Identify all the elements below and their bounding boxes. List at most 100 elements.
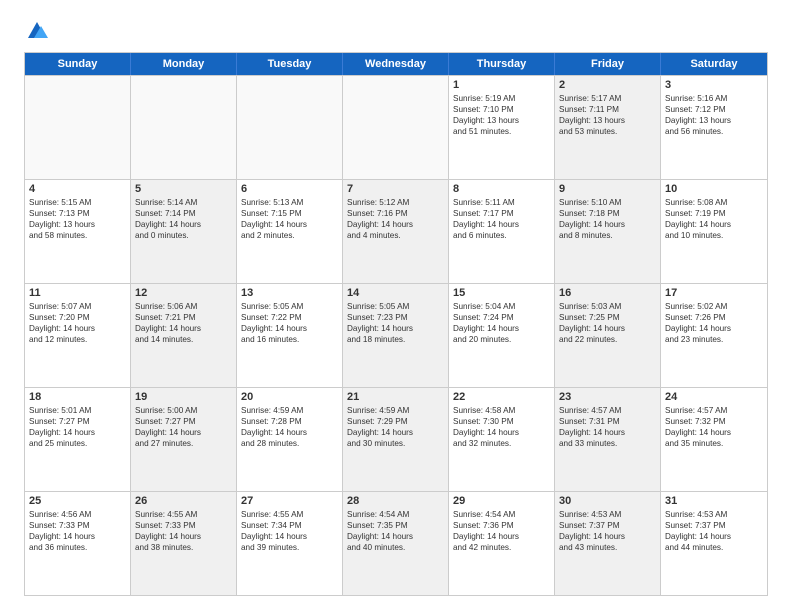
day-cell-23: 23Sunrise: 4:57 AMSunset: 7:31 PMDayligh…	[555, 388, 661, 491]
cell-info-line: Sunrise: 4:54 AM	[453, 509, 550, 520]
day-cell-17: 17Sunrise: 5:02 AMSunset: 7:26 PMDayligh…	[661, 284, 767, 387]
day-cell-8: 8Sunrise: 5:11 AMSunset: 7:17 PMDaylight…	[449, 180, 555, 283]
cell-info-line: Sunset: 7:37 PM	[665, 520, 763, 531]
day-cell-21: 21Sunrise: 4:59 AMSunset: 7:29 PMDayligh…	[343, 388, 449, 491]
cell-info-line: Sunrise: 5:08 AM	[665, 197, 763, 208]
day-number: 20	[241, 391, 338, 403]
cell-info-line: Sunrise: 5:01 AM	[29, 405, 126, 416]
cell-info-line: and 51 minutes.	[453, 126, 550, 137]
cell-info-line: Daylight: 14 hours	[347, 219, 444, 230]
cell-info-line: and 22 minutes.	[559, 334, 656, 345]
day-cell-10: 10 Sunrise: 5:08 AMSunset: 7:19 PMDayligh…	[661, 180, 767, 283]
empty-cell	[25, 76, 131, 179]
day-number: 21	[347, 391, 444, 403]
cell-info-line: Daylight: 14 hours	[29, 427, 126, 438]
cell-info-line: and 27 minutes.	[135, 438, 232, 449]
cell-info-line: Daylight: 13 hours	[453, 115, 550, 126]
cal-row-2: 11Sunrise: 5:07 AMSunset: 7:20 PMDayligh…	[25, 283, 767, 387]
cell-info-line: Sunrise: 5:19 AM	[453, 93, 550, 104]
calendar: SundayMondayTuesdayWednesdayThursdayFrid…	[24, 52, 768, 596]
cell-info-line: Daylight: 14 hours	[241, 427, 338, 438]
day-cell-4: 4Sunrise: 5:15 AMSunset: 7:13 PMDaylight…	[25, 180, 131, 283]
cell-info-line: Sunset: 7:14 PM	[135, 208, 232, 219]
day-number: 28	[347, 495, 444, 507]
cell-info-line: and 10 minutes.	[665, 230, 763, 241]
cell-info-line: Sunset: 7:33 PM	[135, 520, 232, 531]
cell-info-line: Daylight: 14 hours	[347, 531, 444, 542]
day-number: 13	[241, 287, 338, 299]
day-cell-26: 26Sunrise: 4:55 AMSunset: 7:33 PMDayligh…	[131, 492, 237, 595]
cell-info-line: Sunset: 7:16 PM	[347, 208, 444, 219]
day-number: 25	[29, 495, 126, 507]
day-cell-14: 14Sunrise: 5:05 AMSunset: 7:23 PMDayligh…	[343, 284, 449, 387]
cell-info-line: and 14 minutes.	[135, 334, 232, 345]
cell-info-line: and 56 minutes.	[665, 126, 763, 137]
cell-info-line: Sunset: 7:31 PM	[559, 416, 656, 427]
day-number: 17	[665, 287, 763, 299]
cell-info-line: Sunrise: 5:06 AM	[135, 301, 232, 312]
cal-row-4: 25 Sunrise: 4:56 AM Sunset: 7:33 PM Dayligh…	[25, 491, 767, 595]
cell-info-line: Daylight: 14 hours	[135, 219, 232, 230]
cell-info-line: Daylight: 14 hours	[241, 219, 338, 230]
cell-info-line: Sunrise: 5:16 AM	[665, 93, 763, 104]
cell-info-line: Sunset: 7:24 PM	[453, 312, 550, 323]
cell-info-line: and 6 minutes.	[453, 230, 550, 241]
cell-info-line: and 4 minutes.	[347, 230, 444, 241]
cell-info-line: and 16 minutes.	[241, 334, 338, 345]
cell-info-line: Daylight: 14 hours	[29, 531, 126, 542]
day-cell-18: 18Sunrise: 5:01 AMSunset: 7:27 PMDayligh…	[25, 388, 131, 491]
cell-info-line: Sunrise: 5:10 AM	[559, 197, 656, 208]
cell-info-line: Sunrise: 4:53 AM	[665, 509, 763, 520]
cell-info-line: Sunrise: 4:58 AM	[453, 405, 550, 416]
day-cell-6: 6Sunrise: 5:13 AMSunset: 7:15 PMDaylight…	[237, 180, 343, 283]
cell-info-line: Sunrise: 4:53 AM	[559, 509, 656, 520]
cell-info-line: and 44 minutes.	[665, 542, 763, 553]
cell-info-line: Daylight: 14 hours	[665, 531, 763, 542]
cell-info-line: Daylight: 14 hours	[453, 531, 550, 542]
cell-info-line: Daylight: 13 hours	[665, 115, 763, 126]
cell-info-line: Sunrise: 5:02 AM	[665, 301, 763, 312]
day-cell-29: 29Sunrise: 4:54 AMSunset: 7:36 PMDayligh…	[449, 492, 555, 595]
cell-info-line: Sunrise: 4:55 AM	[241, 509, 338, 520]
cell-info-line: and 39 minutes.	[241, 542, 338, 553]
cell-info-line: and 36 minutes.	[29, 542, 126, 553]
cell-info-line: Daylight: 14 hours	[347, 323, 444, 334]
cell-info-line: Daylight: 14 hours	[559, 219, 656, 230]
cal-row-0: 1Sunrise: 5:19 AMSunset: 7:10 PMDaylight…	[25, 75, 767, 179]
cell-info-line: Sunset: 7:10 PM	[453, 104, 550, 115]
cell-info-line: Sunrise: 4:54 AM	[347, 509, 444, 520]
cell-info-line: and 23 minutes.	[665, 334, 763, 345]
cell-info-line: Sunrise: 4:56 AM	[29, 509, 126, 520]
cell-info-line: Sunset: 7:19 PM	[665, 208, 763, 219]
day-number: 14	[347, 287, 444, 299]
day-number: 27	[241, 495, 338, 507]
cell-info-line: Sunset: 7:25 PM	[559, 312, 656, 323]
cell-info-line: Sunset: 7:15 PM	[241, 208, 338, 219]
cell-info-line: Sunset: 7:18 PM	[559, 208, 656, 219]
cell-info-line: Sunrise: 5:11 AM	[453, 197, 550, 208]
cell-info-line: Sunset: 7:22 PM	[241, 312, 338, 323]
header-day-wednesday: Wednesday	[343, 53, 449, 75]
cell-info-line: Daylight: 14 hours	[241, 531, 338, 542]
day-number: 19	[135, 391, 232, 403]
day-number: 11	[29, 287, 126, 299]
cell-info-line: Daylight: 14 hours	[347, 427, 444, 438]
header	[24, 20, 768, 42]
day-cell-19: 19Sunrise: 5:00 AMSunset: 7:27 PMDayligh…	[131, 388, 237, 491]
day-cell-11: 11Sunrise: 5:07 AMSunset: 7:20 PMDayligh…	[25, 284, 131, 387]
cell-info-line: Sunset: 7:21 PM	[135, 312, 232, 323]
header-day-tuesday: Tuesday	[237, 53, 343, 75]
day-number: 22	[453, 391, 550, 403]
cell-info-line: Daylight: 14 hours	[135, 323, 232, 334]
day-cell-15: 15Sunrise: 5:04 AMSunset: 7:24 PMDayligh…	[449, 284, 555, 387]
logo-icon	[26, 20, 48, 42]
day-number: 24	[665, 391, 763, 403]
cell-info-line: and 53 minutes.	[559, 126, 656, 137]
day-number: 9	[559, 183, 656, 195]
day-cell-9: 9 Sunrise: 5:10 AMSunset: 7:18 PMDaylight…	[555, 180, 661, 283]
cell-info-line: Daylight: 14 hours	[453, 219, 550, 230]
cell-info-line: Sunset: 7:27 PM	[135, 416, 232, 427]
cell-info-line: Daylight: 14 hours	[665, 219, 763, 230]
day-number: 8	[453, 183, 550, 195]
day-number: 10	[665, 183, 763, 195]
